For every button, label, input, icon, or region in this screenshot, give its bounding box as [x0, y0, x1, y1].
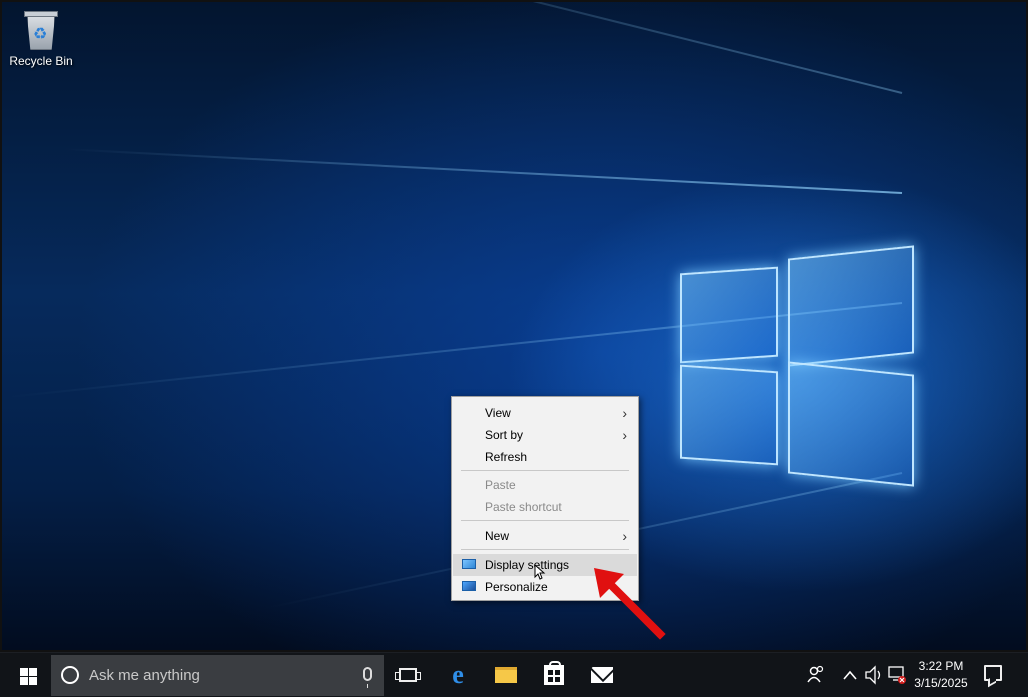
clock-date: 3/15/2025 [914, 676, 968, 690]
submenu-arrow-icon: › [622, 405, 627, 421]
search-box[interactable]: Ask me anything [51, 655, 384, 696]
menu-separator [461, 549, 629, 550]
start-button[interactable] [8, 659, 48, 693]
submenu-arrow-icon: › [622, 427, 627, 443]
menu-item-paste-shortcut[interactable]: Paste shortcut [453, 496, 637, 518]
recycle-bin-label: Recycle Bin [9, 54, 73, 68]
menu-item-label: Display settings [485, 558, 570, 572]
people-icon[interactable] [806, 653, 826, 697]
menu-item-label: Personalize [485, 580, 548, 594]
system-clock[interactable]: 3:22 PM 3/15/2025 [908, 658, 974, 692]
display-icon [462, 559, 478, 571]
network-icon[interactable] [887, 653, 907, 697]
chevron-up-icon[interactable] [842, 653, 858, 697]
mail-icon [591, 667, 613, 683]
menu-item-sort-by[interactable]: Sort by › [453, 424, 637, 446]
submenu-arrow-icon: › [622, 528, 627, 544]
task-view-icon [395, 668, 421, 682]
recycle-bin-icon: ♻ [23, 10, 59, 50]
logo-pane [788, 245, 914, 367]
menu-item-label: Sort by [485, 428, 524, 442]
task-view-button[interactable] [394, 661, 422, 689]
mouse-pointer-icon [534, 564, 546, 580]
file-explorer-icon [495, 667, 517, 683]
annotation-arrow-icon [594, 568, 666, 640]
menu-item-refresh[interactable]: Refresh [453, 446, 637, 468]
menu-item-label: Paste [485, 478, 516, 492]
menu-item-label: View [485, 406, 511, 420]
menu-item-label: New [485, 529, 510, 543]
menu-item-label: Refresh [485, 450, 528, 464]
menu-separator [461, 520, 629, 521]
clock-time: 3:22 PM [918, 659, 964, 673]
menu-separator [461, 470, 629, 471]
menu-item-label: Paste shortcut [485, 500, 562, 514]
personalize-icon [462, 581, 478, 593]
taskbar: Ask me anything e 3:22 PM 3/15/2025 [0, 652, 1028, 697]
microphone-icon[interactable] [363, 667, 372, 688]
light-ray [222, 2, 903, 94]
light-ray [63, 148, 903, 194]
cortana-icon [61, 666, 79, 684]
menu-item-new[interactable]: New › [453, 525, 637, 547]
search-placeholder: Ask me anything [89, 667, 200, 684]
volume-icon[interactable] [864, 653, 884, 697]
recycle-bin-shortcut[interactable]: ♻ Recycle Bin [8, 10, 74, 68]
mail-button[interactable] [588, 661, 616, 689]
logo-pane [788, 361, 914, 487]
logo-pane [680, 266, 778, 364]
menu-item-paste[interactable]: Paste [453, 474, 637, 496]
store-icon [544, 661, 564, 685]
store-button[interactable] [540, 661, 568, 689]
logo-pane [680, 364, 778, 466]
action-center-icon[interactable] [984, 665, 1002, 681]
windows-start-icon [19, 667, 37, 685]
file-explorer-button[interactable] [492, 661, 520, 689]
menu-item-view[interactable]: View › [453, 402, 637, 424]
edge-icon: e [452, 660, 464, 689]
edge-button[interactable]: e [444, 660, 472, 689]
